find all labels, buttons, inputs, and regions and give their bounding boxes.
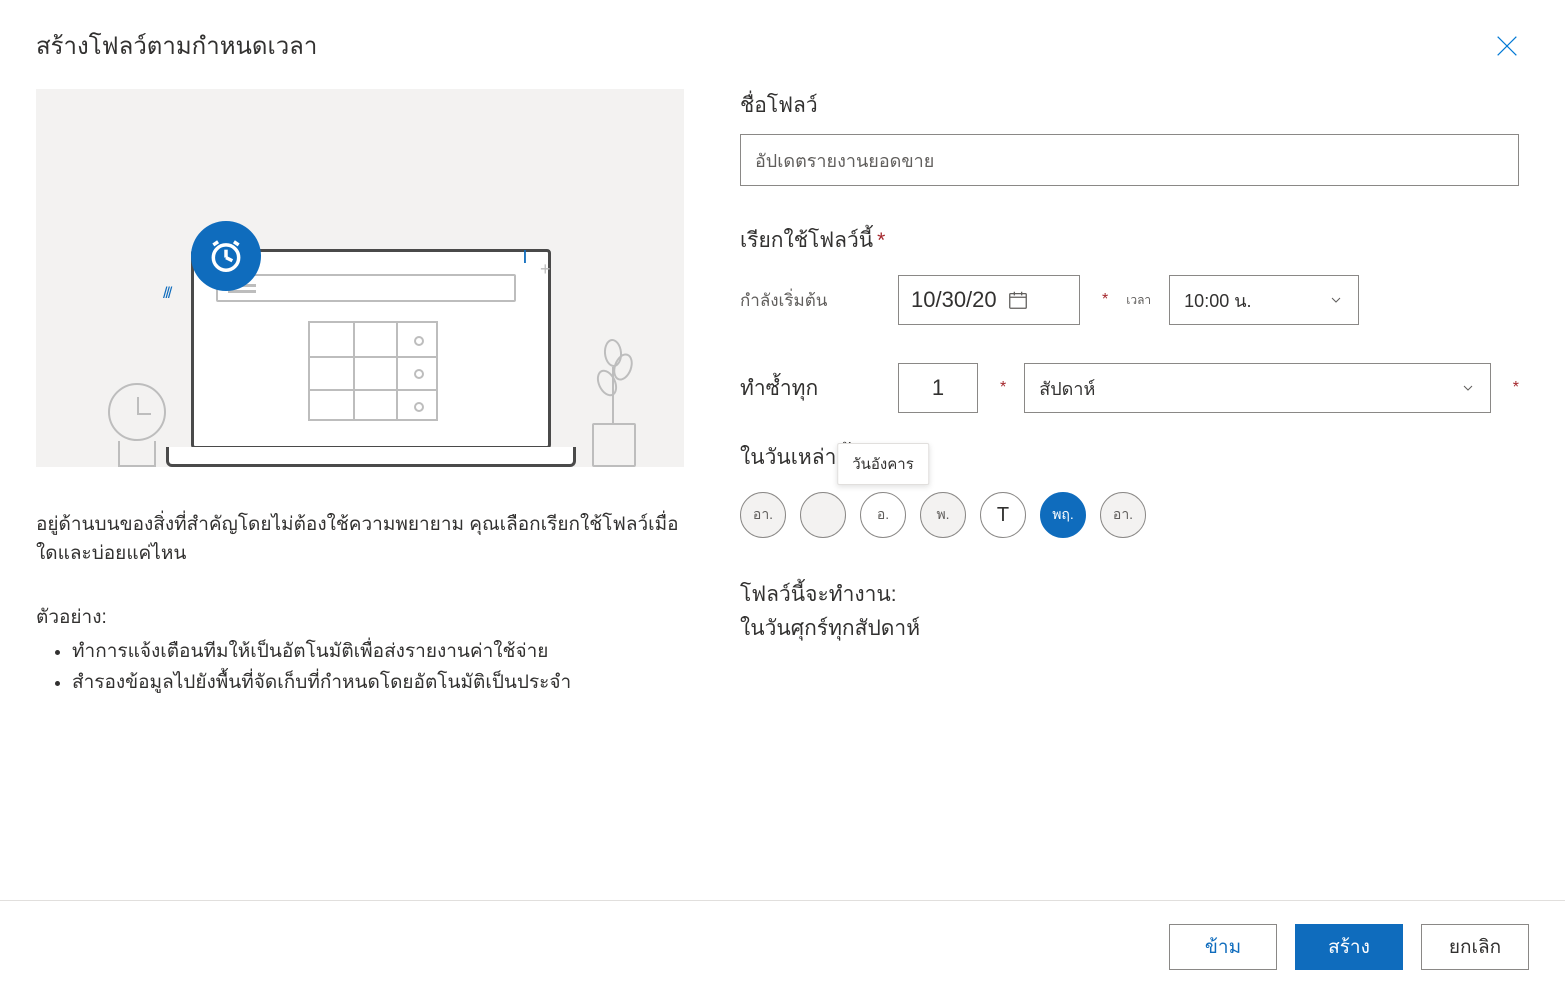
examples-list: ทำการแจ้งเตือนทีมให้เป็นอัตโนมัติเพื่อส่… bbox=[36, 638, 684, 697]
dialog-header: สร้างโฟลว์ตามกำหนดเวลา bbox=[36, 26, 1529, 65]
alarm-clock-icon bbox=[191, 221, 261, 291]
time-value: 10:00 น. bbox=[1184, 286, 1251, 315]
illustration: /// | + bbox=[36, 89, 684, 467]
day-chip-wed[interactable]: พ. bbox=[920, 492, 966, 538]
chevron-down-icon bbox=[1460, 380, 1476, 396]
skip-button[interactable]: ข้าม bbox=[1169, 924, 1277, 970]
dialog-footer: ข้าม สร้าง ยกเลิก bbox=[0, 900, 1565, 992]
close-icon[interactable] bbox=[1493, 32, 1521, 60]
dialog-content: /// | + อยู่ด้านบนของสิ่งที่สำคัญโดยไม่ต… bbox=[36, 89, 1529, 699]
chevron-down-icon bbox=[1328, 292, 1344, 308]
summary-title: โฟลว์นี้จะทำงาน: bbox=[740, 578, 1519, 612]
description-text: อยู่ด้านบนของสิ่งที่สำคัญโดยไม่ต้องใช้คว… bbox=[36, 511, 684, 568]
required-marker: * bbox=[877, 229, 885, 252]
example-item: ทำการแจ้งเตือนทีมให้เป็นอัตโนมัติเพื่อส่… bbox=[72, 638, 684, 667]
start-date-input[interactable]: 10/30/20 bbox=[898, 275, 1080, 325]
day-tooltip: วันอังคาร bbox=[837, 443, 929, 485]
calendar-icon[interactable] bbox=[1007, 289, 1029, 311]
time-select[interactable]: 10:00 น. bbox=[1169, 275, 1359, 325]
day-chip-fri[interactable]: พฤ. bbox=[1040, 492, 1086, 538]
scheduled-flow-dialog: สร้างโฟลว์ตามกำหนดเวลา bbox=[0, 0, 1565, 699]
flow-name-label: ชื่อโฟลว์ bbox=[740, 89, 1519, 122]
info-column: /// | + อยู่ด้านบนของสิ่งที่สำคัญโดยไม่ต… bbox=[36, 89, 684, 699]
cancel-button[interactable]: ยกเลิก bbox=[1421, 924, 1529, 970]
dialog-title: สร้างโฟลว์ตามกำหนดเวลา bbox=[36, 26, 317, 65]
repeat-section: ทำซ้ำทุก * สัปดาห์ * ในวันเหล่านี้ อา bbox=[740, 363, 1519, 538]
day-chip-thu-alt[interactable]: T bbox=[980, 492, 1026, 538]
day-chip-tue[interactable]: อ. วันอังคาร bbox=[860, 492, 906, 538]
days-label: ในวันเหล่านี้ bbox=[740, 446, 851, 469]
starting-label: กำลังเริ่มต้น bbox=[740, 287, 880, 314]
repeat-unit-select[interactable]: สัปดาห์ bbox=[1024, 363, 1491, 413]
required-marker: * bbox=[1000, 379, 1006, 397]
example-item: สำรองข้อมูลไปยังพื้นที่จัดเก็บที่กำหนดโด… bbox=[72, 669, 684, 698]
run-flow-label: เรียกใช้โฟลว์นี้* bbox=[740, 224, 1519, 257]
required-marker: * bbox=[1513, 379, 1519, 397]
repeat-label: ทำซ้ำทุก bbox=[740, 372, 880, 405]
repeat-unit-value: สัปดาห์ bbox=[1039, 374, 1095, 403]
create-button[interactable]: สร้าง bbox=[1295, 924, 1403, 970]
day-chip-mon[interactable] bbox=[800, 492, 846, 538]
time-label: เวลา bbox=[1126, 291, 1151, 310]
schedule-summary: โฟลว์นี้จะทำงาน: ในวันศุกร์ทุกสัปดาห์ bbox=[740, 578, 1519, 645]
required-marker: * bbox=[1102, 291, 1108, 309]
start-date-value: 10/30/20 bbox=[911, 287, 997, 313]
flow-name-section: ชื่อโฟลว์ bbox=[740, 89, 1519, 186]
examples-title: ตัวอย่าง: bbox=[36, 602, 684, 632]
start-row: กำลังเริ่มต้น 10/30/20 * เวลา 10:00 น. bbox=[740, 275, 1519, 325]
form-column: ชื่อโฟลว์ เรียกใช้โฟลว์นี้* กำลังเริ่มต้… bbox=[740, 89, 1529, 699]
day-chip-sun[interactable]: อา. bbox=[740, 492, 786, 538]
summary-text: ในวันศุกร์ทุกสัปดาห์ bbox=[740, 612, 1519, 646]
repeat-count-input[interactable] bbox=[898, 363, 978, 413]
flow-name-input[interactable] bbox=[740, 134, 1519, 186]
day-chip-sat[interactable]: อา. bbox=[1100, 492, 1146, 538]
run-flow-section: เรียกใช้โฟลว์นี้* กำลังเริ่มต้น 10/30/20… bbox=[740, 224, 1519, 325]
days-row: อา. อ. วันอังคาร พ. T พฤ. อา. bbox=[740, 492, 1519, 538]
